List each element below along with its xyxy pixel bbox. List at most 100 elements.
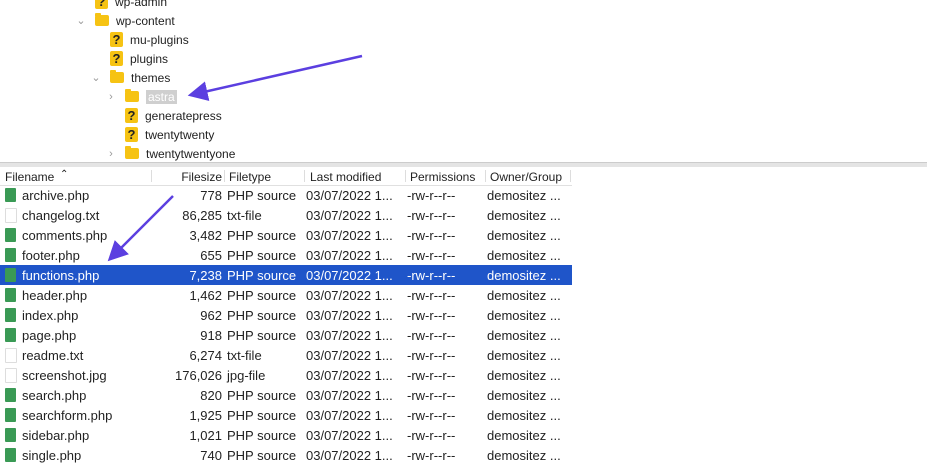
php-file-icon [5,268,16,282]
tree-node-label: wp-content [116,13,175,28]
cell-last-modified: 03/07/2022 1... [306,308,393,323]
tree-node-themes[interactable]: ⌄ themes [91,68,171,87]
cell-last-modified: 03/07/2022 1... [306,328,393,343]
column-owner-group[interactable]: Owner/Group [490,170,562,184]
file-icon [5,208,17,223]
tree-node-wp-admin[interactable]: ? wp-admin [95,0,167,11]
php-file-icon [5,388,16,402]
table-row[interactable]: search.php 820 PHP source 03/07/2022 1... -r… [0,385,572,405]
cell-filetype: PHP source [227,408,297,423]
column-filesize[interactable]: Filesize [181,170,222,184]
cell-filesize: 962 [200,308,222,323]
unknown-folder-icon: ? [125,127,138,142]
table-row[interactable]: screenshot.jpg 176,026 jpg-file 03/07/2022 … [0,365,572,385]
cell-filesize: 7,238 [189,268,222,283]
table-row[interactable]: single.php 740 PHP source 03/07/2022 1... -r… [0,445,572,465]
cell-filename: header.php [22,288,88,303]
cell-permissions: -rw-r--r-- [407,388,456,403]
cell-owner-group: demositez ... [487,268,561,283]
cell-filename: searchform.php [22,408,113,423]
cell-filesize: 740 [200,448,222,463]
table-row[interactable]: searchform.php 1,925 PHP source 03/07/2022 … [0,405,572,425]
cell-permissions: -rw-r--r-- [407,348,456,363]
cell-last-modified: 03/07/2022 1... [306,388,393,403]
tree-node-label: twentytwenty [145,127,215,142]
folder-icon [125,89,139,102]
cell-filetype: PHP source [227,428,297,443]
table-row[interactable]: header.php 1,462 PHP source 03/07/2022 1...… [0,285,572,305]
cell-filesize: 1,021 [189,428,222,443]
cell-filetype: PHP source [227,228,297,243]
cell-permissions: -rw-r--r-- [407,288,456,303]
cell-owner-group: demositez ... [487,228,561,243]
tree-node-label: generatepress [145,108,222,123]
cell-filesize: 1,925 [189,408,222,423]
cell-filename: screenshot.jpg [22,368,107,383]
cell-owner-group: demositez ... [487,188,561,203]
tree-node-wp-content[interactable]: ⌄ wp-content [76,11,175,30]
tree-node-generatepress[interactable]: ? generatepress [125,106,222,125]
cell-last-modified: 03/07/2022 1... [306,268,393,283]
cell-filesize: 1,462 [189,288,222,303]
tree-node-twentytwenty[interactable]: ? twentytwenty [125,125,214,144]
cell-permissions: -rw-r--r-- [407,408,456,423]
file-icon [5,348,17,363]
tree-node-label: twentytwentyone [146,146,236,161]
table-row[interactable]: sidebar.php 1,021 PHP source 03/07/2022 1..… [0,425,572,445]
php-file-icon [5,308,16,322]
cell-filetype: PHP source [227,308,297,323]
column-permissions[interactable]: Permissions [410,170,475,184]
cell-filename: comments.php [22,228,108,243]
tree-node-plugins[interactable]: ? plugins [110,49,168,68]
column-filetype[interactable]: Filetype [229,170,271,184]
table-row[interactable]: page.php 918 PHP source 03/07/2022 1... -rw-… [0,325,572,345]
table-row[interactable]: changelog.txt 86,285 txt-file 03/07/2022 1.… [0,205,572,225]
cell-filetype: txt-file [227,208,262,223]
cell-owner-group: demositez ... [487,448,561,463]
column-filename[interactable]: Filename [5,170,54,184]
unknown-folder-icon: ? [95,0,108,9]
file-list-header: Filename ⌃ Filesize Filetype Last modifi… [0,167,572,186]
table-row[interactable]: comments.php 3,482 PHP source 03/07/2022 1.… [0,225,572,245]
table-row[interactable]: archive.php 778 PHP source 03/07/2022 1... -… [0,185,572,205]
table-row[interactable]: readme.txt 6,274 txt-file 03/07/2022 1... -r… [0,345,572,365]
table-row[interactable]: index.php 962 PHP source 03/07/2022 1... -rw… [0,305,572,325]
chevron-down-icon[interactable]: ⌄ [90,71,102,84]
cell-permissions: -rw-r--r-- [407,188,456,203]
chevron-down-icon[interactable]: ⌄ [75,14,87,27]
column-last-modified[interactable]: Last modified [310,170,381,184]
cell-last-modified: 03/07/2022 1... [306,428,393,443]
cell-permissions: -rw-r--r-- [407,308,456,323]
cell-filetype: PHP source [227,268,297,283]
tree-node-label: astra [146,89,177,104]
cell-filetype: txt-file [227,348,262,363]
table-row[interactable]: footer.php 655 PHP source 03/07/2022 1... -r… [0,245,572,265]
cell-filesize: 176,026 [175,368,222,383]
cell-last-modified: 03/07/2022 1... [306,288,393,303]
tree-node-label: wp-admin [115,0,168,9]
php-file-icon [5,448,16,462]
cell-filename: footer.php [22,248,80,263]
cell-filesize: 6,274 [189,348,222,363]
tree-node-twentytwentyone[interactable]: › twentytwentyone [109,144,236,163]
php-file-icon [5,288,16,302]
chevron-right-icon[interactable]: › [105,148,117,160]
cell-owner-group: demositez ... [487,288,561,303]
folder-icon [95,13,109,26]
php-file-icon [5,248,16,262]
file-icon [5,368,17,383]
cell-owner-group: demositez ... [487,348,561,363]
chevron-right-icon[interactable]: › [105,91,117,103]
tree-node-mu-plugins[interactable]: ? mu-plugins [110,30,189,49]
cell-filesize: 778 [200,188,222,203]
php-file-icon [5,188,16,202]
cell-last-modified: 03/07/2022 1... [306,448,393,463]
table-row[interactable]: functions.php 7,238 PHP source 03/07/2022 1… [0,265,572,285]
tree-node-label: themes [131,70,171,85]
cell-permissions: -rw-r--r-- [407,208,456,223]
cell-filesize: 655 [200,248,222,263]
cell-filename: single.php [22,448,82,463]
cell-filesize: 820 [200,388,222,403]
folder-icon [110,70,124,83]
tree-node-astra[interactable]: › astra [109,87,177,106]
